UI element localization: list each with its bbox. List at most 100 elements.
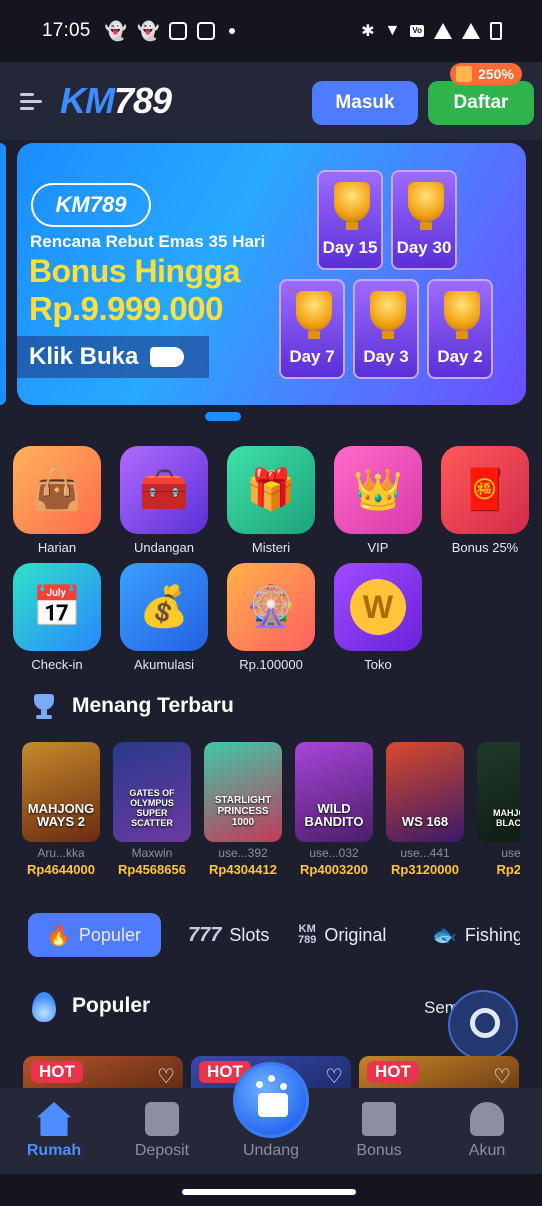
day-label: Day 2 xyxy=(437,347,483,366)
shortcut-label: Toko xyxy=(364,657,392,672)
banner-cta[interactable]: Klik Buka xyxy=(17,336,209,378)
shortcut-wheel[interactable]: 🎡 Rp.100000 xyxy=(227,563,315,672)
gift-icon xyxy=(362,1102,396,1136)
shortcut-label: Undangan xyxy=(134,540,194,555)
fortune-god-icon: 🧧 xyxy=(441,446,529,534)
crown-icon: 👑 xyxy=(334,446,422,534)
trophy-icon xyxy=(30,692,58,720)
game-name: MAHJONG BLACK S xyxy=(492,808,520,828)
game-name: GATES OF OLYMPUS SUPER SCATTER xyxy=(129,788,175,828)
game-thumbnail: WILD BANDITO xyxy=(295,742,373,842)
win-card[interactable]: WILD BANDITO use...032 Rp4003200 xyxy=(295,742,373,877)
win-card[interactable]: GATES OF OLYMPUS SUPER SCATTER Maxwin Rp… xyxy=(113,742,191,877)
trophy-icon xyxy=(334,182,370,230)
trophy-icon xyxy=(370,291,406,339)
day-card: Day 15 xyxy=(317,170,383,270)
tab-fishing[interactable]: 🐟 Fishing xyxy=(432,913,520,957)
nav-deposit[interactable]: Deposit xyxy=(117,1088,207,1160)
game-thumbnail: WS 168 xyxy=(386,742,464,842)
more-dot-icon xyxy=(229,28,236,34)
promo-banner[interactable]: KM789 Rencana Rebut Emas 35 Hari Bonus H… xyxy=(17,143,526,405)
tab-label: Original xyxy=(324,924,387,945)
shortcut-bonus[interactable]: 🧧 Bonus 25% xyxy=(441,446,529,555)
recent-wins-title: Menang Terbaru xyxy=(72,694,234,717)
tab-populer[interactable]: 🔥 Populer xyxy=(28,913,161,957)
trophy-icon xyxy=(408,182,444,230)
pointing-hand-icon xyxy=(150,347,185,367)
shortcut-undangan[interactable]: 🧰 Undangan xyxy=(120,446,208,555)
vowifi-icon: Vo xyxy=(410,25,424,37)
win-card[interactable]: STARLIGHT PRINCESS 1000 use...392 Rp4304… xyxy=(204,742,282,877)
nav-rumah[interactable]: Rumah xyxy=(9,1088,99,1160)
win-user: use...392 xyxy=(218,846,268,860)
tab-original[interactable]: KM 789 Original xyxy=(298,913,386,957)
shortcut-vip[interactable]: 👑 VIP xyxy=(334,446,422,555)
banner-subtitle: Rencana Rebut Emas 35 Hari xyxy=(30,232,266,251)
customer-support-button[interactable] xyxy=(448,990,518,1060)
invite-fab[interactable] xyxy=(233,1062,309,1138)
win-amount: Rp3120000 xyxy=(391,862,459,877)
trophy-icon xyxy=(296,291,332,339)
shortcut-akumulasi[interactable]: 💰 Akumulasi xyxy=(120,563,208,672)
win-user: Aru...kka xyxy=(37,846,85,860)
badge-text: 250% xyxy=(478,66,514,82)
popular-title: Populer xyxy=(72,994,151,1017)
bluetooth-icon: ✱ xyxy=(361,23,375,40)
snapchat-icon: 👻 xyxy=(104,20,127,41)
register-bonus-badge: 250% xyxy=(450,63,522,85)
logo-km: KM xyxy=(60,80,115,121)
notification-icons: 👻 👻 xyxy=(105,21,236,42)
recent-wins-list[interactable]: MAHJONG WAYS 2 Aru...kka Rp4644000 GATES… xyxy=(0,742,520,882)
win-card[interactable]: MAHJONG BLACK S use... Rp299 xyxy=(477,742,520,877)
shortcut-harian[interactable]: 👜 Harian xyxy=(13,446,101,555)
day-card: Day 3 xyxy=(353,279,419,379)
register-button[interactable]: Daftar xyxy=(428,81,534,125)
menu-icon[interactable] xyxy=(20,91,42,111)
nav-akun[interactable]: Akun xyxy=(442,1088,532,1160)
tab-slots[interactable]: 777 Slots xyxy=(188,913,269,957)
banner-headline-2: Rp.9.999.000 xyxy=(29,290,223,327)
shortcut-label: Harian xyxy=(37,540,77,555)
game-name: MAHJONG WAYS 2 xyxy=(27,801,95,829)
slots-777-icon: 777 xyxy=(188,923,222,946)
shortcut-label: Misteri xyxy=(251,540,291,555)
money-bag-icon: 💰 xyxy=(120,563,208,651)
status-time: 17:05 xyxy=(42,20,91,41)
carousel-indicator[interactable] xyxy=(205,412,241,421)
coin-icon: W xyxy=(334,563,422,651)
heart-icon[interactable]: ♡ xyxy=(325,1064,343,1089)
shortcut-label: Bonus 25% xyxy=(451,540,519,555)
shortcut-label: Check-in xyxy=(31,657,83,672)
headset-icon xyxy=(470,1008,500,1038)
banner-cta-label: Klik Buka xyxy=(29,343,139,370)
game-thumbnail: MAHJONG BLACK S xyxy=(477,742,520,842)
shortcut-misteri[interactable]: 🎁 Misteri xyxy=(227,446,315,555)
shortcut-toko[interactable]: W Toko xyxy=(334,563,422,672)
flame-icon: 🔥 xyxy=(46,924,71,947)
mystery-gift-icon: 🎁 xyxy=(227,446,315,534)
win-amount: Rp4003200 xyxy=(300,862,368,877)
banner-prev-peek[interactable] xyxy=(0,143,6,405)
banner-logo: KM789 xyxy=(31,183,151,227)
heart-icon[interactable]: ♡ xyxy=(493,1064,511,1089)
heart-icon[interactable]: ♡ xyxy=(157,1064,175,1089)
win-card[interactable]: MAHJONG WAYS 2 Aru...kka Rp4644000 xyxy=(22,742,100,877)
user-icon xyxy=(470,1102,504,1136)
nav-bonus[interactable]: Bonus xyxy=(334,1088,424,1160)
day-label: Day 7 xyxy=(289,347,335,366)
home-indicator[interactable] xyxy=(182,1189,356,1195)
status-bar: 17:05 👻 👻 ✱ ▼ Vo xyxy=(0,0,542,62)
day-card: Day 7 xyxy=(279,279,345,379)
win-card[interactable]: WS 168 use...441 Rp3120000 xyxy=(386,742,464,877)
shortcut-checkin[interactable]: 📅 Check-in xyxy=(13,563,101,672)
app-logo[interactable]: KM789 xyxy=(60,80,172,122)
game-thumbnail: MAHJONG WAYS 2 xyxy=(22,742,100,842)
win-user: use...032 xyxy=(309,846,359,860)
login-button[interactable]: Masuk xyxy=(312,81,418,125)
nav-label: Deposit xyxy=(134,1142,190,1159)
calendar-icon: 📅 xyxy=(13,563,101,651)
hot-badge: HOT xyxy=(367,1061,419,1083)
gift-icon xyxy=(456,66,472,82)
shortcut-label: Rp.100000 xyxy=(239,657,303,672)
harian-icon: 👜 xyxy=(13,446,101,534)
